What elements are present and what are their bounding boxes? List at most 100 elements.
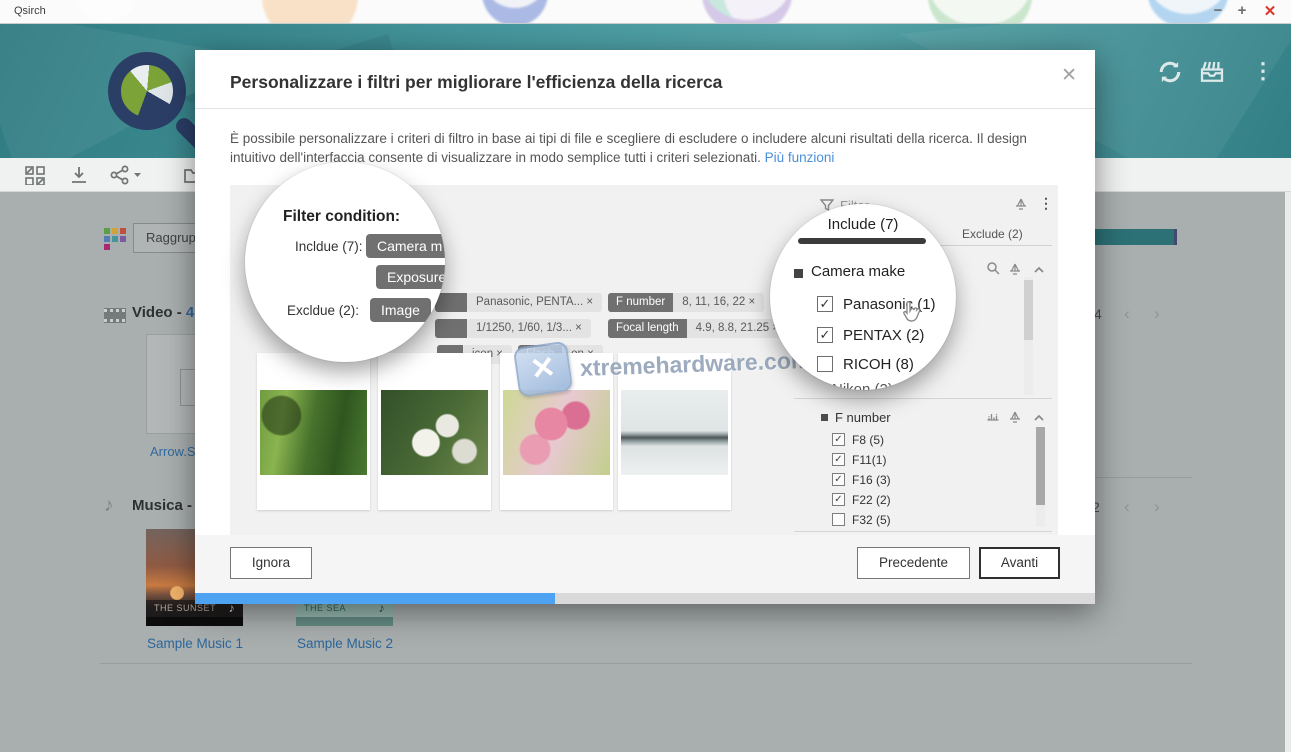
- exclude-label: Excldue (2):: [287, 303, 359, 318]
- refresh-icon[interactable]: [1155, 57, 1185, 87]
- checkbox-label[interactable]: F32 (5): [852, 513, 891, 527]
- app-tab-title[interactable]: Qsirch: [14, 5, 46, 17]
- music-section-icon: ♪: [104, 495, 114, 517]
- index-queue-icon[interactable]: [1197, 57, 1227, 87]
- share-icon[interactable]: [108, 165, 142, 185]
- music-file-link[interactable]: Sample Music 1: [125, 636, 265, 651]
- filter-menu-icon[interactable]: ⋮: [1039, 195, 1053, 212]
- histogram-bar: [1095, 229, 1177, 245]
- dialog-title: Personalizzare i filtri per migliorare l…: [230, 72, 722, 93]
- checkbox-label[interactable]: PENTAX (2): [843, 327, 924, 344]
- video-section-icon: [104, 308, 126, 323]
- histogram-icon[interactable]: [986, 409, 1000, 423]
- minimize-button[interactable]: −: [1207, 2, 1229, 22]
- album-band-text: THE SEA: [304, 603, 346, 613]
- tag-label-hidden: [435, 319, 467, 338]
- watermark-text: xtremehardware.com: [580, 346, 812, 381]
- music-file-link[interactable]: Sample Music 2: [275, 636, 415, 651]
- video-section-title: Video - 4: [132, 304, 194, 321]
- search-icon[interactable]: [986, 261, 1000, 275]
- section-divider: [1095, 477, 1192, 478]
- download-icon[interactable]: [68, 165, 90, 185]
- photo-pink-flowers: [503, 390, 610, 475]
- ignore-button[interactable]: Ignora: [230, 547, 312, 579]
- clear-filter-icon[interactable]: [1008, 261, 1022, 275]
- desktop-icon-blur: [928, 0, 1032, 24]
- checkbox-f16[interactable]: [832, 473, 845, 486]
- checkbox-label[interactable]: F11(1): [852, 453, 886, 467]
- bubble-title: Filter condition:: [283, 208, 400, 226]
- checkbox-ricoh[interactable]: [817, 356, 833, 372]
- section-bullet: [821, 414, 828, 421]
- music-section-title: Musica - 2: [132, 497, 205, 514]
- video-next-icon[interactable]: ›: [1154, 304, 1160, 324]
- section-bullet: [794, 269, 803, 278]
- collapse-icon[interactable]: [1032, 411, 1046, 425]
- title-bar: Qsirch − + ✕: [0, 0, 1291, 24]
- tab-exclude[interactable]: Exclude (2): [962, 227, 1023, 241]
- filter-tag[interactable]: Focal length4.9, 8.8, 21.25 ×: [608, 319, 788, 338]
- photo-result-card[interactable]: [378, 353, 491, 510]
- photo-forest: [260, 390, 367, 475]
- album-strip: [296, 617, 393, 626]
- checkbox-f22[interactable]: [832, 493, 845, 506]
- desktop-icon-blur: [262, 0, 358, 24]
- checkbox-panasonic[interactable]: [817, 296, 833, 312]
- video-file-link[interactable]: Arrow.S: [150, 444, 196, 459]
- filter-tag[interactable]: Panasonic, PENTA... ×: [467, 293, 602, 312]
- clear-filter-icon[interactable]: [1008, 409, 1022, 423]
- checkbox-label[interactable]: F22 (2): [852, 493, 891, 507]
- menu-dots-icon[interactable]: ⋮: [1248, 57, 1278, 87]
- app-window: Qsirch − + ✕ ⋮: [0, 0, 1291, 752]
- close-window-button[interactable]: ✕: [1259, 2, 1281, 22]
- video-prev-icon[interactable]: ‹: [1124, 304, 1130, 324]
- checkbox-pentax[interactable]: [817, 327, 833, 343]
- tab-include-underline: [798, 238, 926, 244]
- select-items-icon[interactable]: [24, 165, 46, 185]
- qsirch-logo: [108, 52, 186, 130]
- group-view-icon[interactable]: [104, 228, 126, 250]
- filter-tag[interactable]: F number8, 11, 16, 22 ×: [608, 293, 764, 312]
- section-title-f-number: F number: [835, 410, 891, 425]
- maximize-button[interactable]: +: [1231, 2, 1253, 22]
- dialog-divider: [195, 108, 1095, 109]
- desktop-icon-blur: [76, 0, 136, 22]
- section-divider: [100, 663, 1192, 664]
- more-functions-link[interactable]: Più funzioni: [765, 150, 835, 165]
- magnifier-bubble-include-list: Include (7) Camera make Panasonic (1) PE…: [770, 204, 956, 390]
- checkbox-f11[interactable]: [832, 453, 845, 466]
- photo-white-flowers: [381, 390, 488, 475]
- clear-filter-icon[interactable]: [1014, 196, 1028, 210]
- photo-misty-pier: [621, 390, 728, 475]
- dialog-close-icon[interactable]: ✕: [1061, 64, 1077, 87]
- tag-image[interactable]: Image: [370, 298, 431, 322]
- hand-cursor-icon: [898, 300, 922, 328]
- watermark-logo: ✕: [513, 341, 573, 398]
- window-scrollbar[interactable]: [1285, 192, 1291, 752]
- music-prev-icon[interactable]: ‹: [1124, 497, 1130, 517]
- desktop-icon-blur: [482, 0, 548, 24]
- filter-tag[interactable]: 1/1250, 1/60, 1/3... ×: [467, 319, 591, 338]
- tag-camera-make[interactable]: Camera m: [366, 234, 445, 258]
- desktop-icon-blur: [702, 0, 792, 24]
- music-next-icon[interactable]: ›: [1154, 497, 1160, 517]
- checkbox-f32[interactable]: [832, 513, 845, 526]
- tab-include[interactable]: Include (7): [770, 216, 956, 233]
- panel-scrollbar-thumb[interactable]: [1024, 280, 1033, 340]
- checkbox-f8[interactable]: [832, 433, 845, 446]
- photo-result-card[interactable]: [257, 353, 370, 510]
- tag-exposure[interactable]: Exposure: [376, 265, 445, 289]
- checkbox-label[interactable]: RICOH (8): [843, 356, 914, 373]
- panel-scrollbar-thumb[interactable]: [1036, 427, 1045, 505]
- album-band-text: THE SUNSET: [154, 603, 216, 613]
- checkbox-label[interactable]: F16 (3): [852, 473, 891, 487]
- collapse-icon[interactable]: [1032, 263, 1046, 277]
- tutorial-dialog: Personalizzare i filtri per migliorare l…: [195, 50, 1095, 604]
- next-button[interactable]: Avanti: [979, 547, 1060, 579]
- previous-button[interactable]: Precedente: [857, 547, 970, 579]
- dialog-description: È possibile personalizzare i criteri di …: [230, 130, 1070, 167]
- checkbox-label[interactable]: F8 (5): [852, 433, 884, 447]
- video-count: 4: [186, 304, 194, 321]
- section-title-camera-make: Camera make: [811, 263, 905, 280]
- checkbox-label-partial[interactable]: Nikon (2): [832, 381, 893, 390]
